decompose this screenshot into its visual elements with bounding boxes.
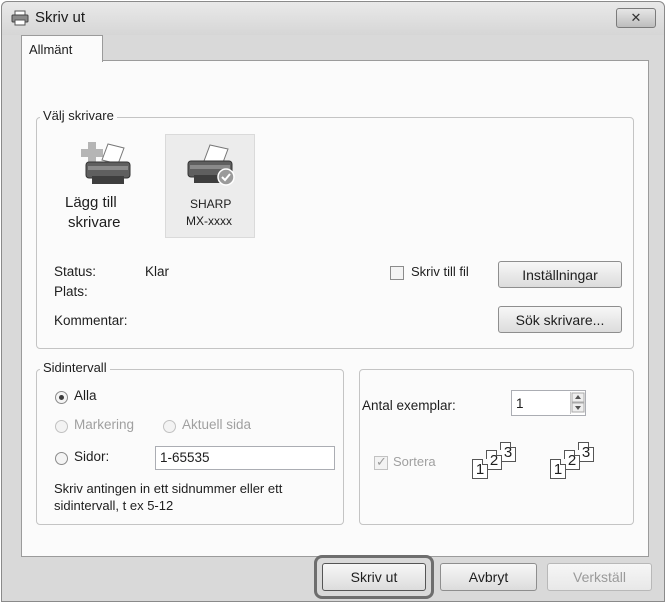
radio-current-page[interactable] [163,420,176,433]
collate-page: 3 [500,442,516,462]
apply-button[interactable]: Verkställ [547,563,652,591]
printer-name-line2: MX-xxxx [186,214,232,228]
radio-selection-label: Markering [74,417,135,432]
close-icon: ✕ [630,10,642,25]
radio-pages-label: Sidor: [74,449,110,464]
status-label: Status: [54,264,97,279]
copies-label: Antal exemplar: [362,398,456,413]
collate-checkbox[interactable]: ✓ [374,454,388,470]
cancel-button[interactable]: Avbryt [440,563,537,591]
printer-icon-sharp [180,141,240,191]
tab-label: Allmänt [29,42,73,57]
page-range-legend: Sidintervall [40,360,110,375]
add-printer-label-line1: Lägg till [65,194,117,211]
print-dialog-window: Skriv ut ✕ Allmänt Välj skrivare Lägg ti… [1,1,665,602]
collate-page: 2 [564,450,580,470]
add-printer-item[interactable]: Lägg till skrivare [52,134,156,244]
radio-pages[interactable] [55,452,68,465]
add-printer-label-line2: skrivare [68,214,121,231]
copies-spinner[interactable] [570,392,585,414]
print-to-file-checkbox[interactable] [390,266,404,280]
printer-icon [11,10,29,26]
close-button[interactable]: ✕ [616,8,656,28]
copies-input[interactable]: 1 [511,390,586,416]
checkmark-icon: ✓ [376,454,387,469]
page-range-hint-line1: Skriv antingen in ett sidnummer eller et… [54,481,283,496]
collate-page: 2 [486,450,502,470]
collate-page: 3 [578,442,594,462]
select-printer-legend: Välj skrivare [40,108,117,123]
add-printer-icon [78,138,134,188]
location-label: Plats: [54,284,88,299]
radio-all-label: Alla [74,388,97,403]
status-value: Klar [145,264,170,279]
preferences-button[interactable]: Inställningar [498,261,622,288]
print-to-file-label: Skriv till fil [411,264,469,279]
pages-input[interactable]: 1-65535 [155,446,335,470]
print-button[interactable]: Skriv ut [322,563,426,591]
comment-label: Kommentar: [54,313,128,328]
collate-label: Sortera [393,454,436,469]
radio-all[interactable] [55,391,68,404]
collate-page: 1 [472,459,488,479]
radio-current-page-label: Aktuell sida [182,417,252,432]
find-printer-button[interactable]: Sök skrivare... [498,306,622,333]
page-range-hint-line2: sidintervall, t ex 5-12 [54,498,174,513]
printer-item-sharp[interactable]: SHARP MX-xxxx [165,134,255,238]
radio-selection[interactable] [55,420,68,433]
collate-page: 1 [550,459,566,479]
printer-name-line1: SHARP [190,197,232,211]
collate-illustration: 3 2 1 3 2 1 [468,442,618,488]
window-title: Skriv ut [35,9,86,26]
tab-general[interactable]: Allmänt [21,35,103,62]
title-bar: Skriv ut ✕ [2,2,664,35]
